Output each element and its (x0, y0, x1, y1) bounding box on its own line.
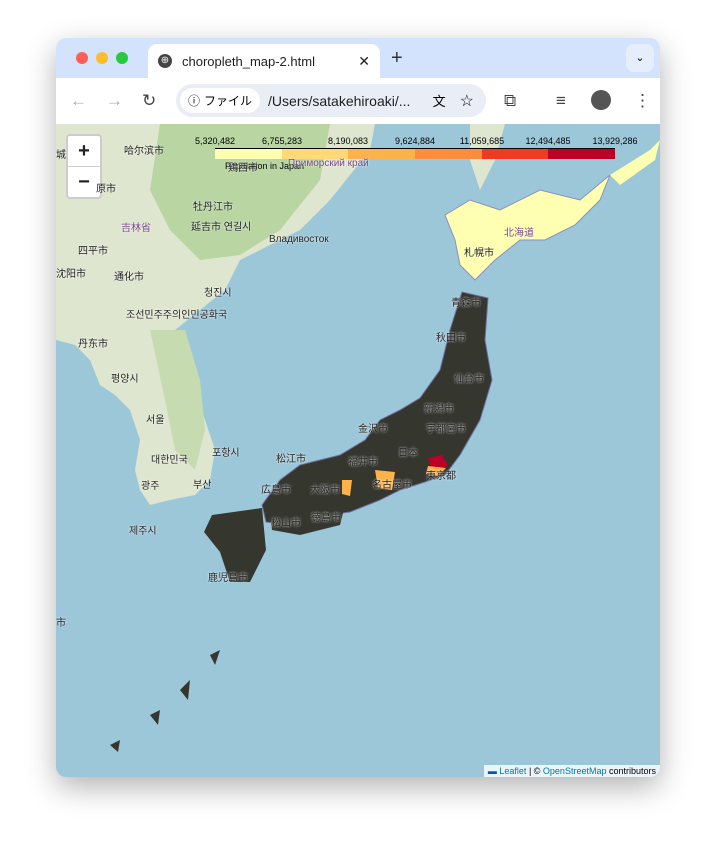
map-label: 哈尔滨市 (124, 146, 164, 157)
osm-link[interactable]: OpenStreetMap (543, 766, 607, 776)
map-view[interactable]: + − 5,320,482 6,755,283 8,190,083 9,624,… (56, 124, 660, 777)
map-label: 福井市 (348, 457, 378, 468)
reload-icon[interactable]: ↻ (142, 91, 156, 111)
map-label: 名古屋市 (372, 480, 412, 491)
plus-icon[interactable]: + (391, 47, 403, 70)
legend-tick: 13,929,286 (592, 136, 638, 146)
legend-swatch (548, 149, 616, 159)
map-label: 宇都宮市 (426, 424, 466, 435)
map-label: 평양시 (111, 374, 139, 385)
map-label: 日本 (398, 448, 418, 459)
map-label: 北海道 (504, 228, 534, 239)
attribution-separator: | © (526, 766, 543, 776)
site-info-chip[interactable]: ⓘ ファイル (180, 88, 261, 113)
legend-tick: 5,320,482 (194, 136, 236, 146)
avatar[interactable] (591, 90, 611, 110)
zoom-in-button[interactable]: + (68, 136, 100, 167)
legend-tick: 8,190,083 (327, 136, 369, 146)
map-label: 秋田市 (436, 333, 466, 344)
menu-icon[interactable]: ⋮ (634, 91, 651, 111)
extensions-icon[interactable]: ⧉ (504, 91, 516, 111)
star-icon[interactable]: ☆ (460, 91, 474, 111)
leaflet-link[interactable]: Leaflet (499, 766, 526, 776)
legend-caption: Population in Japan (225, 161, 305, 171)
map-label: 鹿児島市 (208, 573, 248, 584)
color-legend: 5,320,482 6,755,283 8,190,083 9,624,884 … (195, 136, 638, 171)
url-text[interactable]: /Users/satakehiroaki/... (268, 93, 433, 109)
map-label: 延吉市 연길시 (191, 222, 252, 233)
legend-tick: 12,494,485 (525, 136, 571, 146)
legend-tick: 9,624,884 (394, 136, 436, 146)
translate-icon[interactable]: 文 (433, 91, 446, 110)
map-label: 牡丹江市 (193, 202, 233, 213)
map-label: 조선민주주의인민공화국 (126, 310, 228, 321)
browser-window: ⊕ choropleth_map-2.html ✕ + ⌄ ← → ↻ ⓘ ファイ… (56, 38, 660, 777)
legend-tick: 11,059,685 (459, 136, 505, 146)
map-label: 沈阳市 (56, 269, 86, 280)
title-bar: ⊕ choropleth_map-2.html ✕ + ⌄ (56, 38, 660, 78)
attribution-tail: contributors (606, 766, 656, 776)
map-label: 札幌市 (464, 248, 494, 259)
map-label: 城 (56, 150, 66, 161)
map-label: 原市 (96, 184, 116, 195)
map-label: 제주시 (129, 526, 157, 537)
globe-icon: ⊕ (158, 54, 172, 68)
back-icon[interactable]: ← (70, 91, 87, 111)
map-label: 広島市 (261, 485, 291, 496)
map-label: 新潟市 (424, 404, 454, 415)
tab-active[interactable]: ⊕ choropleth_map-2.html ✕ (148, 44, 380, 78)
chevron-down-icon[interactable]: ⌄ (626, 44, 654, 72)
map-label: 서울 (146, 415, 165, 426)
map-label: 청진시 (204, 288, 232, 299)
address-bar[interactable]: ⓘ ファイル /Users/satakehiroaki/... 文 ☆ (176, 84, 486, 117)
map-label: 通化市 (114, 272, 144, 283)
tab-title: choropleth_map-2.html (182, 53, 315, 69)
map-label: 대한민국 (151, 455, 188, 466)
ukraine-flag-icon: ▬ (487, 766, 497, 776)
map-label: 金沢市 (358, 424, 388, 435)
legend-swatch (215, 149, 282, 159)
map-label: 丹东市 (78, 339, 108, 350)
map-label: 부산 (193, 480, 212, 491)
toolbar: ← → ↻ ⓘ ファイル /Users/satakehiroaki/... 文 ☆… (56, 78, 660, 125)
legend-colorbar (215, 148, 616, 159)
attribution: ▬ Leaflet | © OpenStreetMap contributors (483, 765, 660, 777)
map-label: 鶏西市 (228, 163, 258, 174)
media-icon[interactable]: ≡ (556, 91, 566, 111)
legend-swatch (481, 149, 549, 159)
map-label: 仙台市 (454, 374, 484, 385)
map-label: 大阪市 (310, 485, 340, 496)
map-label: 徳島市 (311, 513, 341, 524)
chip-label: ファイル (204, 94, 253, 108)
close-icon[interactable]: ✕ (358, 53, 370, 70)
map-label: 市 (56, 618, 66, 629)
map-label: 松江市 (276, 454, 306, 465)
legend-tick: 6,755,283 (261, 136, 303, 146)
info-icon: ⓘ (188, 94, 201, 108)
map-label: 포항시 (212, 448, 240, 459)
map-label: 松山市 (271, 518, 301, 529)
legend-ticks: 5,320,482 6,755,283 8,190,083 9,624,884 … (195, 136, 638, 148)
forward-icon[interactable]: → (106, 91, 123, 111)
map-label: 東京都 (426, 471, 456, 482)
legend-swatch (415, 149, 482, 159)
maximize-window-button[interactable] (116, 52, 128, 64)
map-label: 吉林省 (121, 223, 151, 234)
map-label: Владивосток (269, 234, 329, 245)
map-label: 四平市 (78, 246, 108, 257)
map-label: 青森市 (451, 298, 481, 309)
map-label: Приморский край (288, 158, 369, 169)
minimize-window-button[interactable] (96, 52, 108, 64)
close-window-button[interactable] (76, 52, 88, 64)
ryukyu (110, 650, 220, 752)
map-label: 광주 (141, 481, 160, 492)
